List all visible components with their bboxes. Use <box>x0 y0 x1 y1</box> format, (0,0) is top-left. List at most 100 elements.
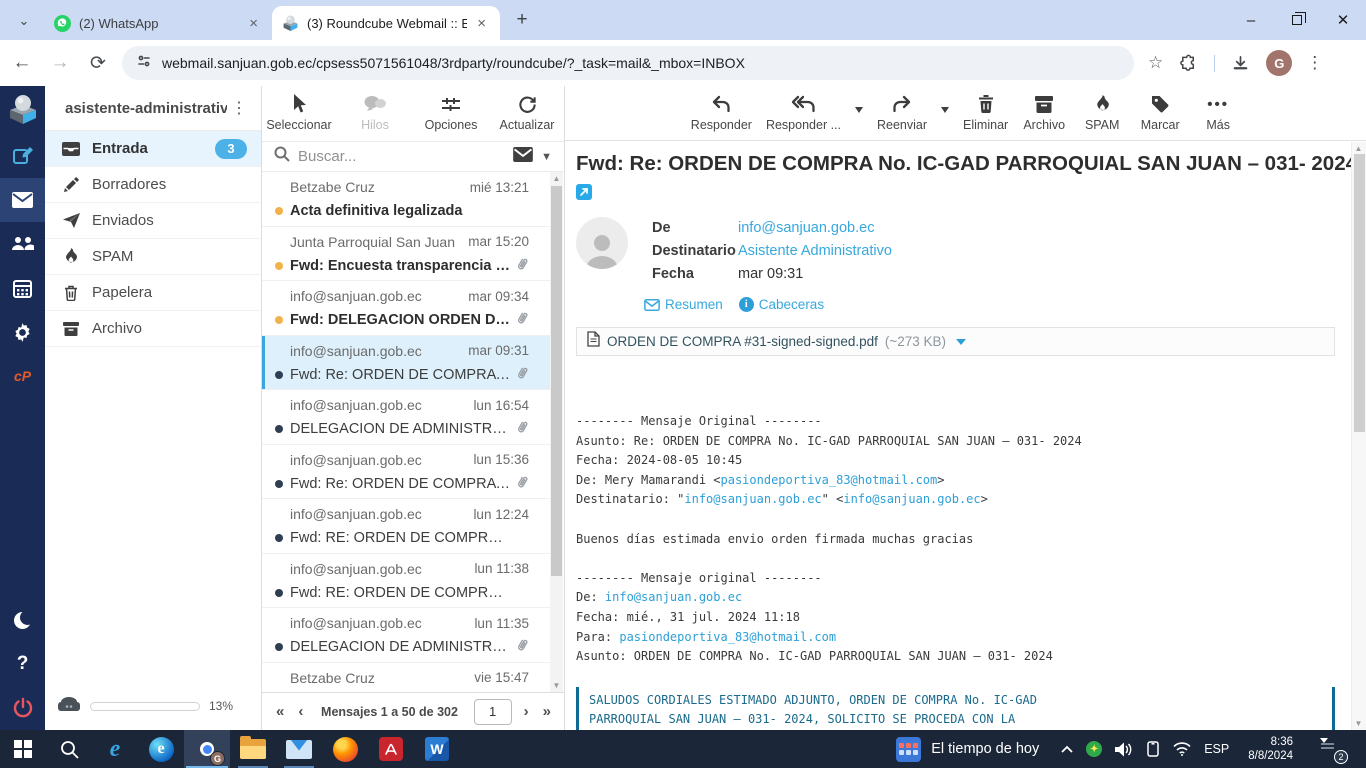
reload-button[interactable]: ⟳ <box>82 47 114 79</box>
start-button[interactable] <box>0 730 46 768</box>
word-icon[interactable]: W <box>414 730 460 768</box>
options-button[interactable]: Opciones <box>418 93 484 132</box>
window-close-button[interactable]: ✕ <box>1320 0 1366 40</box>
notification-center-icon[interactable]: 2 <box>1318 739 1342 759</box>
compose-button[interactable] <box>0 134 45 178</box>
email-address-link[interactable]: info@sanjuan.gob.ec <box>684 492 821 506</box>
edge-icon[interactable]: e <box>138 730 184 768</box>
message-status-dot[interactable] <box>275 425 283 433</box>
tab-close-icon[interactable]: × <box>473 15 490 32</box>
extensions-icon[interactable] <box>1179 54 1198 73</box>
reply-menu-caret-icon[interactable] <box>855 107 863 113</box>
more-button[interactable]: ••• Más <box>1196 93 1240 132</box>
message-list-item[interactable]: Betzabe Cruz vie 15:47 <box>262 663 551 693</box>
folder-menu-icon[interactable]: ⋮ <box>227 98 251 118</box>
mail-app-icon[interactable] <box>276 730 322 768</box>
folder-spam[interactable]: SPAM <box>45 239 261 275</box>
spam-button[interactable]: SPAM <box>1080 93 1124 132</box>
message-list-item[interactable]: info@sanjuan.gob.ec lun 11:35 DELEGACION… <box>262 608 551 663</box>
tab-search-button[interactable]: ⌄ <box>10 7 38 35</box>
message-status-dot[interactable] <box>275 589 283 597</box>
next-page-button[interactable]: › <box>522 703 531 720</box>
headers-link[interactable]: i Cabeceras <box>739 297 824 312</box>
folder-trash[interactable]: Papelera <box>45 275 261 311</box>
calendar-nav-button[interactable] <box>0 266 45 310</box>
message-status-dot[interactable] <box>275 534 283 542</box>
taskbar-search-button[interactable] <box>46 730 92 768</box>
tray-expand-icon[interactable] <box>1061 745 1073 753</box>
cpanel-icon[interactable]: cP <box>0 354 45 398</box>
message-status-dot[interactable] <box>275 262 283 270</box>
scroll-down-icon[interactable]: ▼ <box>1352 719 1365 728</box>
message-list-item[interactable]: info@sanjuan.gob.ec lun 15:36 Fwd: Re: O… <box>262 445 551 500</box>
message-list-item[interactable]: info@sanjuan.gob.ec lun 16:54 DELEGACION… <box>262 390 551 445</box>
scroll-up-icon[interactable]: ▲ <box>550 174 563 183</box>
firefox-icon[interactable] <box>322 730 368 768</box>
message-list-item[interactable]: Betzabe Cruz mié 13:21 Acta definitiva l… <box>262 172 551 227</box>
delete-button[interactable]: Eliminar <box>963 93 1008 132</box>
profile-avatar[interactable]: G <box>1266 50 1292 76</box>
search-input[interactable] <box>298 148 505 165</box>
scrollbar-thumb[interactable] <box>1354 154 1365 432</box>
volume-icon[interactable] <box>1115 742 1133 757</box>
last-page-button[interactable]: » <box>541 703 553 720</box>
folder-sent[interactable]: Enviados <box>45 203 261 239</box>
message-list-item[interactable]: info@sanjuan.gob.ec mar 09:31 Fwd: Re: O… <box>262 336 551 391</box>
contacts-nav-button[interactable] <box>0 222 45 266</box>
message-list-item[interactable]: Junta Parroquial San Juan mar 15:20 Fwd:… <box>262 227 551 282</box>
phone-link-icon[interactable] <box>1146 741 1160 757</box>
tab-close-icon[interactable]: × <box>245 15 262 32</box>
message-status-dot[interactable] <box>275 207 283 215</box>
reply-all-button[interactable]: Responder ... <box>766 93 841 132</box>
site-settings-icon[interactable] <box>136 53 152 74</box>
recipient-link[interactable]: Asistente Administrativo <box>738 240 892 263</box>
wifi-icon[interactable] <box>1173 742 1191 756</box>
window-restore-button[interactable] <box>1274 0 1320 40</box>
help-icon[interactable]: ? <box>0 642 45 686</box>
mark-button[interactable]: Marcar <box>1138 93 1182 132</box>
summary-link[interactable]: Resumen <box>644 297 723 312</box>
message-list-item[interactable]: info@sanjuan.gob.ec mar 09:34 Fwd: DELEG… <box>262 281 551 336</box>
forward-button[interactable]: Reenviar <box>877 93 927 132</box>
file-explorer-icon[interactable] <box>230 730 276 768</box>
reply-button[interactable]: Responder <box>691 93 752 132</box>
archive-button[interactable]: Archivo <box>1022 93 1066 132</box>
tab-whatsapp[interactable]: (2) WhatsApp × <box>44 6 272 40</box>
message-list-item[interactable]: info@sanjuan.gob.ec lun 12:24 Fwd: RE: O… <box>262 499 551 554</box>
scroll-up-icon[interactable]: ▲ <box>1352 144 1365 153</box>
first-page-button[interactable]: « <box>274 703 286 720</box>
chrome-icon[interactable]: G <box>184 730 230 768</box>
back-button[interactable]: ← <box>6 47 38 79</box>
message-status-dot[interactable] <box>275 316 283 324</box>
forward-menu-caret-icon[interactable] <box>941 107 949 113</box>
browser-menu-icon[interactable]: ⋮ <box>1306 53 1323 73</box>
email-address-link[interactable]: info@sanjuan.gob.ec <box>843 492 980 506</box>
message-list-item[interactable]: info@sanjuan.gob.ec lun 11:38 Fwd: RE: O… <box>262 554 551 609</box>
folder-archive[interactable]: Archivo <box>45 311 261 347</box>
downloads-icon[interactable] <box>1231 54 1250 73</box>
window-minimize-button[interactable]: – <box>1228 0 1274 40</box>
attachment-name[interactable]: ORDEN DE COMPRA #31-signed-signed.pdf <box>607 334 878 349</box>
language-indicator[interactable]: ESP <box>1204 742 1229 756</box>
address-bar[interactable]: webmail.sanjuan.gob.ec/cpsess5071561048/… <box>122 46 1134 80</box>
threads-button[interactable]: Hilos <box>342 93 408 132</box>
message-status-dot[interactable] <box>275 643 283 651</box>
new-tab-button[interactable]: + <box>508 6 536 34</box>
email-address-link[interactable]: pasiondeportiva_83@hotmail.com <box>619 630 836 644</box>
settings-nav-button[interactable] <box>0 310 45 354</box>
taskbar-clock[interactable]: 8:36 8/8/2024 <box>1242 735 1299 763</box>
antivirus-tray-icon[interactable]: ✦ <box>1086 741 1102 757</box>
weather-widget[interactable]: El tiempo de hoy <box>884 730 1051 768</box>
page-number-input[interactable] <box>474 699 512 725</box>
prev-page-button[interactable]: ‹ <box>296 703 305 720</box>
forward-button[interactable]: → <box>44 47 76 79</box>
acrobat-icon[interactable] <box>368 730 414 768</box>
search-options-chevron-icon[interactable]: ▼ <box>541 151 552 163</box>
sender-address-link[interactable]: info@sanjuan.gob.ec <box>738 217 874 240</box>
attachment-row[interactable]: ORDEN DE COMPRA #31-signed-signed.pdf (~… <box>576 327 1335 356</box>
list-scrollbar[interactable]: ▲ ▼ <box>550 172 563 692</box>
search-scope-mail-icon[interactable] <box>513 147 533 167</box>
refresh-button[interactable]: Actualizar <box>494 93 560 132</box>
folder-inbox[interactable]: Entrada 3 <box>45 131 261 167</box>
scrollbar-thumb[interactable] <box>551 186 562 576</box>
